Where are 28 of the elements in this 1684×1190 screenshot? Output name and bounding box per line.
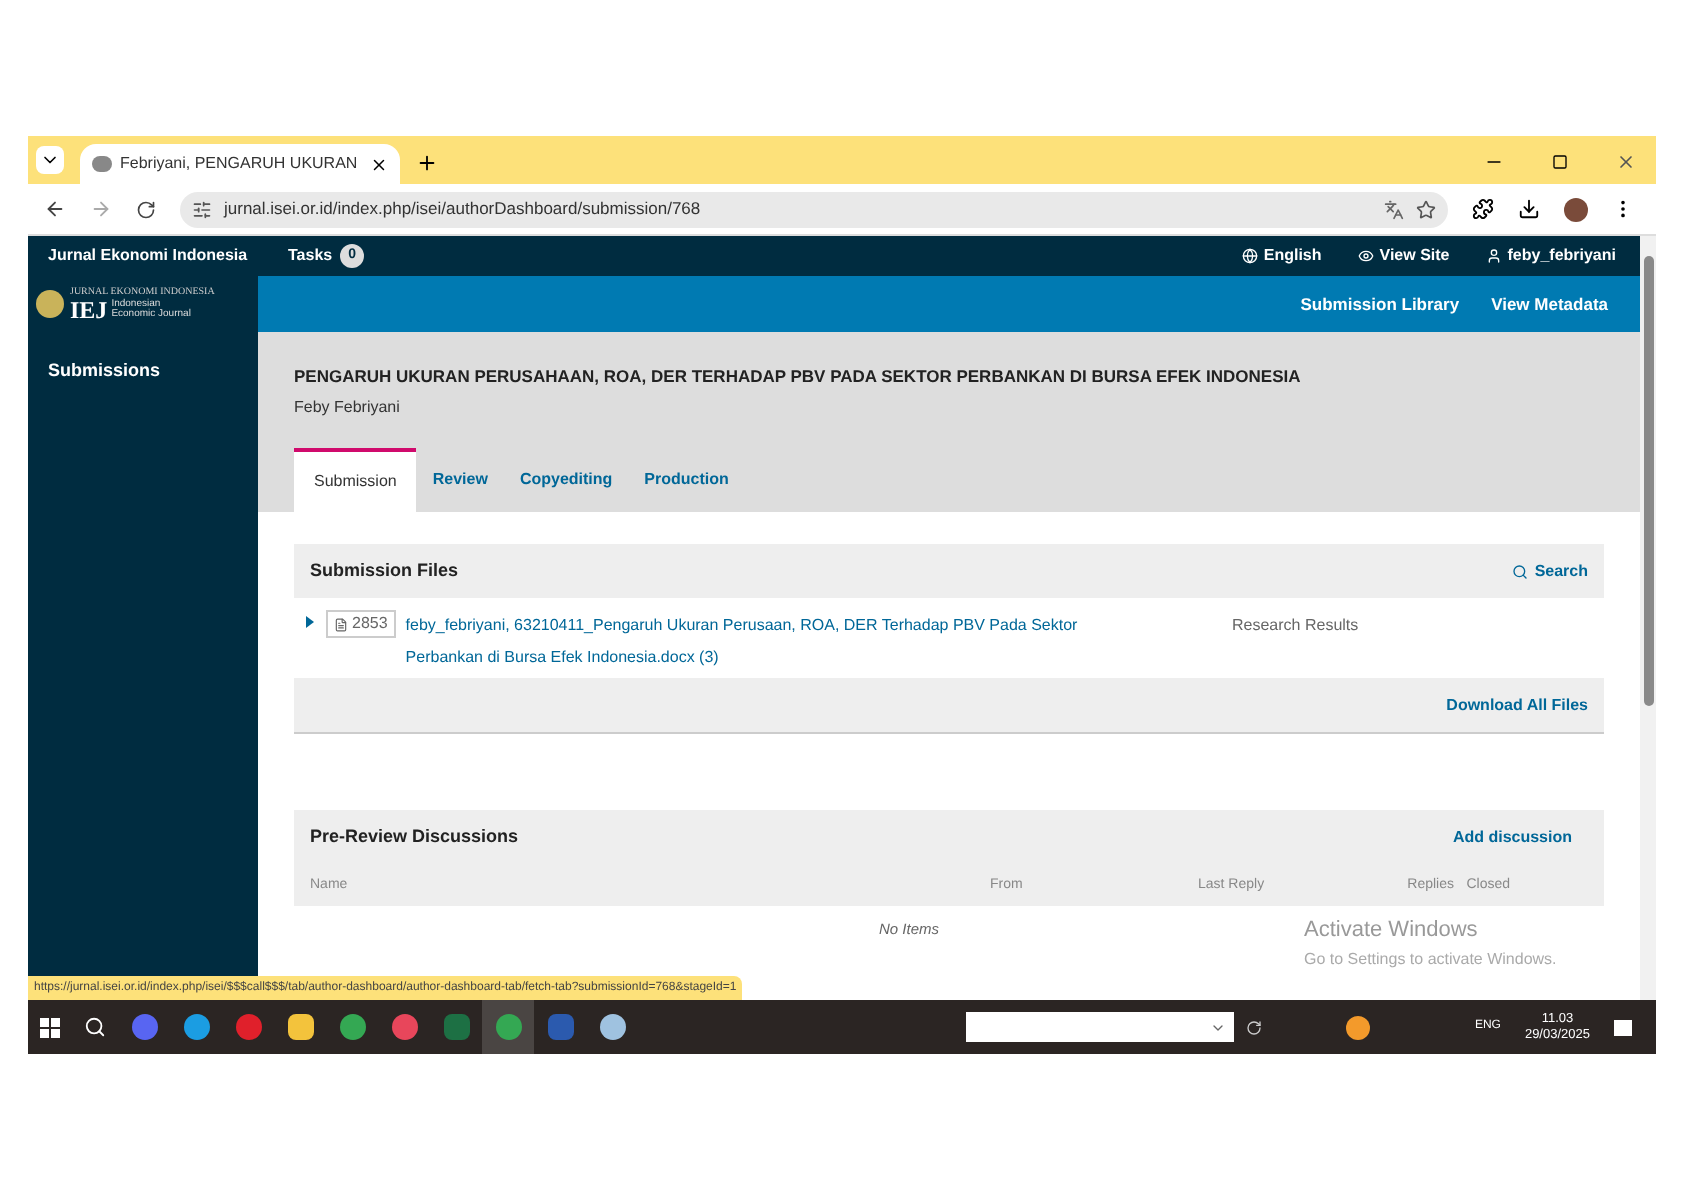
file-link[interactable]: feby_febriyani, 63210411_Pengaruh Ukuran Perusaan, ROA, DER Terhadap PBV Pada Sektor Perbankan di Bursa Efek Indonesia.docx (3) bbox=[405, 610, 1146, 674]
file-id: 2853 bbox=[326, 610, 396, 638]
add-discussion-link[interactable]: Add discussion bbox=[1452, 826, 1572, 850]
tab[interactable]: Review bbox=[416, 448, 504, 512]
panel-title: Pre-Review Discussions bbox=[310, 824, 521, 851]
view-site-link[interactable]: View Site bbox=[1357, 244, 1450, 268]
search-link[interactable]: Search bbox=[1512, 559, 1588, 583]
activation-title: Activate Windows bbox=[1304, 916, 1480, 946]
download-all-link[interactable]: Download All Files bbox=[1446, 693, 1588, 717]
tab-title: Febriyani, PENGARUH UKURAN bbox=[120, 152, 360, 176]
address-text: jurnal.isei.or.id/index.php/isei/authorDashboard/submission/768 bbox=[224, 196, 703, 222]
sidebar-item[interactable]: Submissions bbox=[28, 358, 258, 385]
header-link[interactable]: Submission Library bbox=[1300, 291, 1460, 317]
address-field[interactable]: jurnal.isei.or.id/index.php/isei/authorDashboard/submission/768 bbox=[180, 191, 1448, 227]
user-menu[interactable]: feby_febriyani bbox=[1485, 244, 1616, 268]
browser-tab[interactable]: Febriyani, PENGARUH UKURAN bbox=[80, 144, 400, 184]
tab[interactable]: Copyediting bbox=[503, 448, 629, 512]
logo-mark: IEJ bbox=[70, 297, 108, 321]
author-name: Feby Febriyani bbox=[294, 395, 402, 420]
activation-hint: Go to Settings to activate Windows. bbox=[1304, 947, 1557, 971]
file-type: Research Results bbox=[1232, 614, 1361, 638]
panel-title: Submission Files bbox=[310, 557, 461, 584]
language-link[interactable]: English bbox=[1241, 244, 1322, 268]
tab[interactable]: Submission bbox=[294, 448, 417, 512]
site-name[interactable]: Jurnal Ekonomi Indonesia bbox=[48, 244, 288, 268]
tab[interactable]: Production bbox=[628, 448, 745, 512]
submission-title: PENGARUH UKURAN PERUSAHAAN, ROA, DER TERHADAP PBV PADA SEKTOR PERBANKAN DI BURSA EFEK INDONESIA bbox=[294, 364, 1303, 390]
header-link[interactable]: View Metadata bbox=[1491, 291, 1608, 317]
